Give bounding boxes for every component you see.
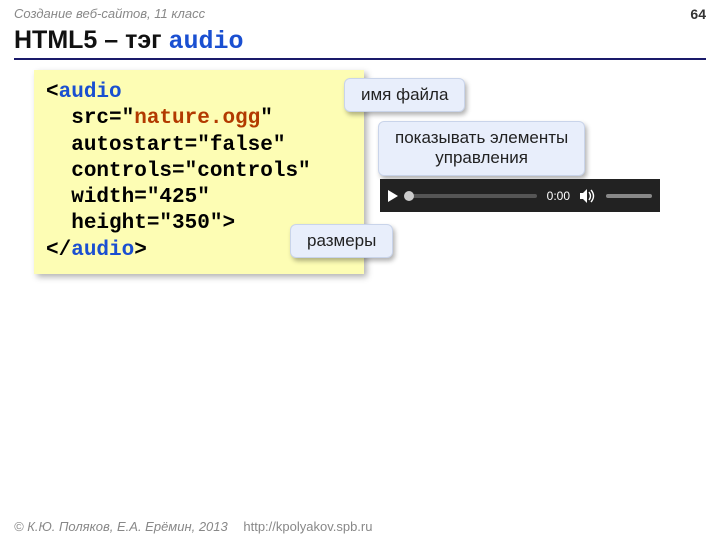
- code-src-attr: src=": [71, 107, 134, 130]
- callout-controls: показывать элементы управления: [378, 121, 585, 176]
- time-display: 0:00: [547, 189, 570, 203]
- seek-track[interactable]: [408, 194, 537, 198]
- code-tag-open: audio: [59, 81, 122, 104]
- code-src-val: nature.ogg: [134, 107, 260, 130]
- play-icon[interactable]: [388, 190, 398, 202]
- title-underline: [14, 58, 706, 60]
- code-src-quote: ": [260, 107, 273, 130]
- callout-dimensions: размеры: [290, 224, 393, 258]
- code-tag-close: audio: [71, 239, 134, 262]
- title-tag: audio: [169, 27, 244, 56]
- code-autostart: autostart="false": [71, 134, 285, 157]
- callout-controls-l1: показывать элементы: [395, 128, 568, 147]
- audio-player[interactable]: 0:00: [380, 179, 660, 212]
- title-prefix: HTML5 – тэг: [14, 26, 169, 54]
- code-height: height="350">: [71, 212, 235, 235]
- callout-filename: имя файла: [344, 78, 465, 112]
- volume-track[interactable]: [606, 194, 652, 198]
- code-lt2: </: [46, 239, 71, 262]
- footer-url: http://kpolyakov.spb.ru: [243, 519, 372, 534]
- course-header: Создание веб-сайтов, 11 класс: [14, 6, 205, 21]
- footer: © К.Ю. Поляков, Е.А. Ерёмин, 2013 http:/…: [14, 519, 372, 534]
- seek-thumb[interactable]: [404, 191, 414, 201]
- code-lt: <: [46, 81, 59, 104]
- speaker-icon[interactable]: [580, 189, 596, 203]
- code-controls: controls="controls": [71, 160, 310, 183]
- code-width: width="425": [71, 186, 210, 209]
- page-number: 64: [690, 6, 706, 22]
- footer-copyright: © К.Ю. Поляков, Е.А. Ерёмин, 2013: [14, 519, 228, 534]
- code-gt: >: [134, 239, 147, 262]
- callout-controls-l2: управления: [435, 148, 528, 167]
- slide-title: HTML5 – тэг audio: [14, 26, 244, 56]
